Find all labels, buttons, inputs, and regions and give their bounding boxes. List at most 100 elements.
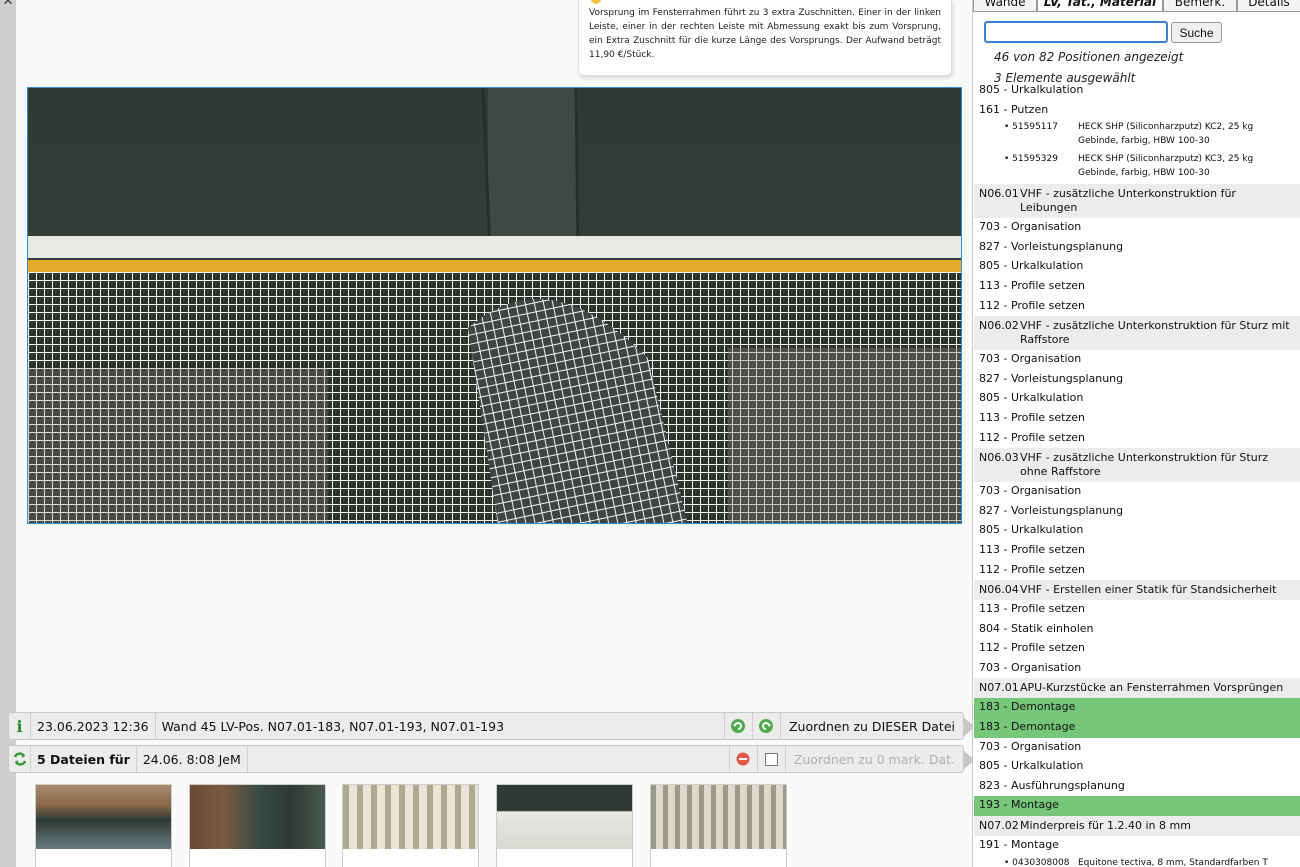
activity-item[interactable]: 805 - Urkalkulation xyxy=(974,257,1300,277)
assign-marked-files-button[interactable]: Zuordnen zu 0 mark. Dat. xyxy=(786,746,963,772)
activity-label: 703 - Organisation xyxy=(979,484,1082,498)
activity-item[interactable]: 703 - Organisation xyxy=(974,659,1300,679)
activity-label: 703 - Organisation xyxy=(979,220,1082,234)
select-all-checkbox[interactable] xyxy=(758,746,786,772)
activity-item[interactable]: 823 - Ausführungsplanung xyxy=(974,777,1300,797)
lv-position-header[interactable]: N06.03VHF - zusätzliche Unterkonstruktio… xyxy=(974,448,1300,483)
activity-label: 805 - Urkalkulation xyxy=(979,759,1084,773)
activity-item[interactable]: 161 - Putzen xyxy=(974,101,1300,121)
tab-lv-material[interactable]: LV, Tät., Material xyxy=(1037,0,1163,12)
material-number: • 51595329 xyxy=(1004,154,1058,165)
files-count-label: 5 Dateien für xyxy=(31,746,137,772)
activity-label: 827 - Vorleistungsplanung xyxy=(979,239,1124,253)
tab-details[interactable]: Details xyxy=(1237,0,1300,12)
thumbnail-2[interactable] xyxy=(189,784,326,867)
lv-position-header[interactable]: N06.01VHF - zusätzliche Unterkonstruktio… xyxy=(974,184,1300,219)
positions-count-text: 46 von 82 Positionen angezeigt xyxy=(994,50,1184,64)
lv-position-code: N07.02 xyxy=(979,819,1019,833)
main-photo[interactable] xyxy=(27,87,962,524)
rotate-right-icon[interactable] xyxy=(753,713,781,739)
lv-position-header[interactable]: N06.04VHF - Erstellen einer Statik für S… xyxy=(974,580,1300,601)
activity-item-selected[interactable]: 183 - Demontage xyxy=(974,718,1300,738)
material-description: HECK SHP (Siliconharzputz) KC3, 25 kg Ge… xyxy=(1078,154,1254,179)
right-panel: Wände LV, Tät., Material Bemerk. Details… xyxy=(972,0,1300,867)
lv-position-title: VHF - Erstellen einer Statik für Standsi… xyxy=(1020,583,1277,597)
info-icon[interactable]: i xyxy=(9,713,31,739)
activity-label: 804 - Statik einholen xyxy=(979,621,1094,635)
activity-item[interactable]: 112 - Profile setzen xyxy=(974,561,1300,581)
material-item[interactable]: • 51595329 HECK SHP (Siliconharzputz) KC3… xyxy=(974,152,1300,184)
tab-remarks[interactable]: Bemerk. xyxy=(1163,0,1237,12)
activity-item[interactable]: 703 - Organisation xyxy=(974,218,1300,238)
activity-label: 112 - Profile setzen xyxy=(979,562,1085,576)
activity-label: 113 - Profile setzen xyxy=(979,278,1085,292)
thumbnail-4[interactable] xyxy=(496,784,633,867)
activity-label: 161 - Putzen xyxy=(979,102,1049,116)
activity-item-selected[interactable]: 193 - Montage xyxy=(974,796,1300,817)
search-button[interactable]: Suche xyxy=(1171,22,1222,43)
tab-walls[interactable]: Wände xyxy=(973,0,1037,12)
thumbnail-1[interactable] xyxy=(35,784,172,867)
activity-item[interactable]: 827 - Vorleistungsplanung xyxy=(974,370,1300,390)
activity-item[interactable]: 805 - Urkalkulation xyxy=(974,389,1300,409)
lv-position-title: Minderpreis für 1.2.40 in 8 mm xyxy=(1020,819,1191,833)
lv-position-header[interactable]: N07.01APU-Kurzstücke an Fensterrahmen Vo… xyxy=(974,678,1300,699)
activity-label: 183 - Demontage xyxy=(979,700,1076,714)
thumbnail-5[interactable] xyxy=(650,784,787,867)
activity-item[interactable]: 827 - Vorleistungsplanung xyxy=(974,502,1300,522)
activity-item-selected[interactable]: 183 - Demontage xyxy=(974,698,1300,719)
activity-item[interactable]: 113 - Profile setzen xyxy=(974,541,1300,561)
activity-item[interactable]: 113 - Profile setzen xyxy=(974,277,1300,297)
close-icon[interactable]: ✕ xyxy=(0,0,16,10)
material-number: • 51595117 xyxy=(1004,122,1058,133)
tab-bar: Wände LV, Tät., Material Bemerk. Details xyxy=(973,0,1300,12)
material-description: Equitone tectiva, 8 mm, Standardfarben T… xyxy=(1078,857,1268,867)
material-item[interactable]: • 51595117 HECK SHP (Siliconharzputz) KC2… xyxy=(974,120,1300,152)
activity-item[interactable]: 805 - Urkalkulation xyxy=(974,81,1300,101)
activity-item[interactable]: 113 - Profile setzen xyxy=(974,600,1300,620)
activity-item[interactable]: 191 - Montage xyxy=(974,836,1300,856)
activity-item[interactable]: 113 - Profile setzen xyxy=(974,409,1300,429)
note-popup: Vorsprung im Fensterrahmen führt zu 3 ex… xyxy=(578,0,952,76)
activity-item[interactable]: 703 - Organisation xyxy=(974,482,1300,502)
activity-label: 703 - Organisation xyxy=(979,352,1082,366)
activity-label: 112 - Profile setzen xyxy=(979,430,1085,444)
sync-icon[interactable] xyxy=(9,746,31,772)
lv-position-code: N06.04 xyxy=(979,583,1019,597)
material-number: • 0430308008 xyxy=(1004,857,1070,867)
lv-position-title: VHF - zusätzliche Unterkonstruktion für … xyxy=(1020,451,1268,479)
activity-label: 827 - Vorleistungsplanung xyxy=(979,371,1124,385)
assign-this-file-button[interactable]: Zuordnen zu DIESER Datei xyxy=(781,713,963,739)
activity-item[interactable]: 112 - Profile setzen xyxy=(974,297,1300,317)
lv-position-header[interactable]: N07.02Minderpreis für 1.2.40 in 8 mm xyxy=(974,816,1300,837)
activity-label: 827 - Vorleistungsplanung xyxy=(979,503,1124,517)
activity-item[interactable]: 805 - Urkalkulation xyxy=(974,757,1300,777)
activity-item[interactable]: 805 - Urkalkulation xyxy=(974,521,1300,541)
activity-label: 703 - Organisation xyxy=(979,660,1082,674)
photo-illustration xyxy=(28,88,961,523)
activity-item[interactable]: 703 - Organisation xyxy=(974,738,1300,758)
material-item[interactable]: • 0430308008 Equitone tectiva, 8 mm, Stan… xyxy=(974,856,1300,867)
search-input[interactable] xyxy=(984,21,1168,43)
lv-position-code: N06.02 xyxy=(979,319,1019,333)
activity-label: 183 - Demontage xyxy=(979,720,1076,734)
positions-list[interactable]: 805 - Urkalkulation 161 - Putzen • 5159511… xyxy=(974,81,1300,867)
files-date-user: 24.06. 8:08 JeM xyxy=(137,746,248,772)
activity-label: 193 - Montage xyxy=(979,798,1059,812)
activity-item[interactable]: 112 - Profile setzen xyxy=(974,429,1300,449)
activity-item[interactable]: 827 - Vorleistungsplanung xyxy=(974,238,1300,258)
lv-position-header[interactable]: N06.02VHF - zusätzliche Unterkonstruktio… xyxy=(974,316,1300,351)
remove-icon[interactable] xyxy=(730,746,758,772)
activity-label: 805 - Urkalkulation xyxy=(979,391,1084,405)
activity-label: 113 - Profile setzen xyxy=(979,410,1085,424)
activity-item[interactable]: 703 - Organisation xyxy=(974,350,1300,370)
activity-label: 191 - Montage xyxy=(979,838,1059,852)
thumbnail-3[interactable] xyxy=(342,784,479,867)
activity-item[interactable]: 112 - Profile setzen xyxy=(974,639,1300,659)
note-text: Vorsprung im Fensterrahmen führt zu 3 ex… xyxy=(589,8,941,60)
info-bar: i 23.06.2023 12:36 Wand 45 LV-Pos. N07.0… xyxy=(8,712,975,740)
activity-item[interactable]: 804 - Statik einholen xyxy=(974,620,1300,640)
lv-position-code: N07.01 xyxy=(979,681,1019,695)
activity-label: 113 - Profile setzen xyxy=(979,542,1085,556)
rotate-left-icon[interactable] xyxy=(725,713,753,739)
